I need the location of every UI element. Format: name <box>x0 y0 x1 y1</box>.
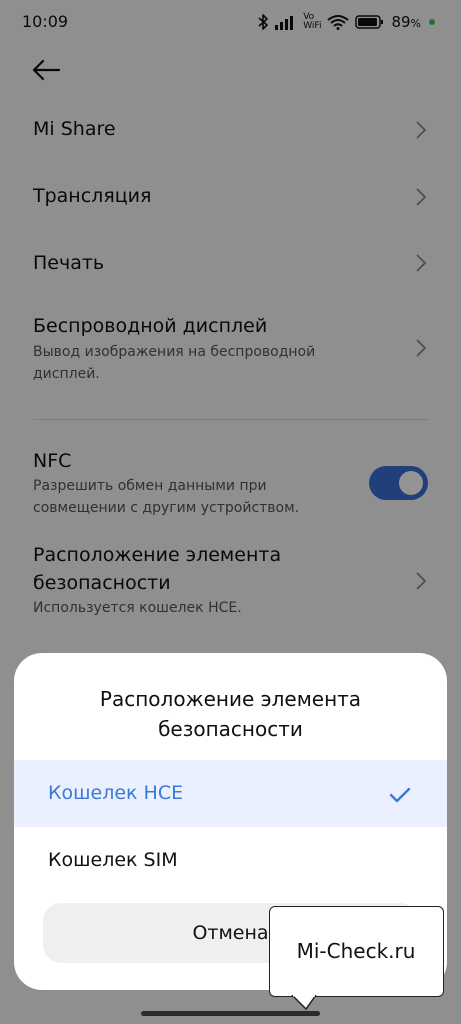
dialog-title: Расположение элемента безопасности <box>99 687 362 741</box>
checkmark-icon <box>389 787 411 803</box>
option-hce-wallet[interactable]: Кошелек HCE <box>14 760 447 827</box>
option-label: Кошелек HCE <box>48 782 184 804</box>
home-indicator[interactable] <box>141 1011 320 1016</box>
option-label: Кошелек SIM <box>48 849 178 871</box>
watermark-text: Mi-Check.ru <box>296 939 416 963</box>
option-sim-wallet[interactable]: Кошелек SIM <box>14 827 447 894</box>
watermark-tail <box>291 995 317 1011</box>
watermark-box: Mi-Check.ru <box>269 906 444 997</box>
